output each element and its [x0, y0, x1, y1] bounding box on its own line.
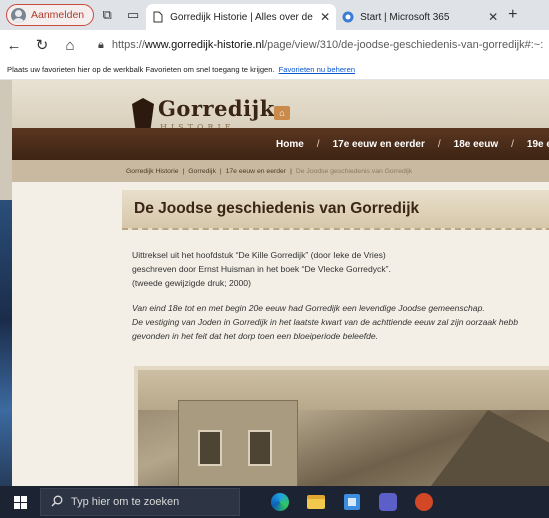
article-text: Uittreksel uit het hoofdstuk “De Kille G…: [132, 248, 549, 353]
breadcrumb-separator: |: [219, 167, 222, 175]
body-line: Van eind 18e tot en met begin 20e eeuw h…: [132, 302, 485, 313]
profile-label: Aanmelden: [31, 9, 85, 21]
nav-separator: /: [316, 138, 320, 150]
nav-item-17e-eeuw[interactable]: 17e eeuw en eerder: [333, 139, 425, 150]
body-paragraph: Van eind 18e tot en met begin 20e eeuw h…: [132, 301, 549, 344]
taskbar-powerpoint[interactable]: [406, 486, 442, 518]
taskbar-store[interactable]: [334, 486, 370, 518]
lock-icon[interactable]: 🔒︎: [98, 39, 104, 52]
favorites-bar-text: Plaats uw favorieten hier op de werkbalk…: [7, 65, 275, 74]
browser-tab-bar: Aanmelden ⧉ ▭ Gorredijk Historie | Alles…: [0, 0, 549, 30]
address-bar: ← ↻ ⌂ 🔒︎ https://www.gorredijk-historie.…: [0, 30, 549, 60]
intro-line: Uittreksel uit het hoofdstuk “De Kille G…: [132, 250, 386, 260]
back-icon[interactable]: ←: [0, 37, 28, 54]
intro-line: (tweede gewijzigde druk; 2000): [132, 278, 251, 289]
home-icon[interactable]: ⌂: [56, 37, 84, 54]
page-content: Gorredijk HISTORIE ⌂ Home / 17e eeuw en …: [12, 80, 549, 486]
file-explorer-icon: [307, 495, 325, 509]
edge-icon: [271, 493, 289, 511]
breadcrumb-separator: |: [290, 167, 292, 175]
intro-line: geschreven door Ernst Huisman in het boe…: [132, 264, 391, 275]
microsoft-365-icon: [342, 11, 354, 23]
home-icon[interactable]: ⌂: [274, 106, 290, 120]
refresh-icon[interactable]: ↻: [28, 36, 56, 54]
favorites-bar: Plaats uw favorieten hier op de werkbalk…: [0, 60, 549, 80]
windows-taskbar: Typ hier om te zoeken: [0, 486, 549, 518]
desktop-background-strip: [0, 200, 12, 486]
close-tab-icon[interactable]: ✕: [488, 10, 498, 24]
tab-title: Start | Microsoft 365: [360, 11, 450, 23]
body-line: De vestiging van Joden in Gorredijk in h…: [132, 316, 518, 327]
url-prefix: https://: [111, 39, 145, 51]
page-viewport: Gorredijk HISTORIE ⌂ Home / 17e eeuw en …: [0, 80, 549, 486]
start-button[interactable]: [0, 486, 40, 518]
url-field[interactable]: 🔒︎ https://www.gorredijk-historie.nl/pag…: [98, 39, 543, 52]
breadcrumb: Gorredijk Historie | Gorredijk | 17e eeu…: [12, 160, 549, 182]
url-path: /page/view/310/de-joodse-geschiedenis-va…: [264, 39, 544, 51]
breadcrumb-item[interactable]: 17e eeuw en eerder: [226, 168, 286, 175]
search-placeholder: Typ hier om te zoeken: [71, 496, 180, 508]
nav-item-18e-eeuw[interactable]: 18e eeuw: [454, 139, 498, 150]
manage-favorites-link[interactable]: Favorieten nu beheren: [279, 65, 355, 74]
logo-text: Gorredijk: [158, 96, 275, 121]
intro-paragraph: Uittreksel uit het hoofdstuk “De Kille G…: [132, 248, 549, 291]
nav-item-19e-eeuw[interactable]: 19e ee: [527, 139, 549, 150]
coat-of-arms-icon: [132, 98, 154, 128]
nav-separator: /: [511, 138, 514, 150]
breadcrumb-current: De Joodse geschiedenis van Gorredijk: [295, 167, 413, 175]
windows-logo-icon: [13, 495, 27, 509]
title-banner: De Joodse geschiedenis van Gorredijk: [122, 190, 549, 230]
tab-gorredijk-historie[interactable]: Gorredijk Historie | Alles over de l ✕: [146, 4, 337, 30]
tab-title: Gorredijk Historie | Alles over de l: [170, 11, 315, 23]
vertical-tabs-icon[interactable]: ▭: [120, 4, 146, 26]
profile-button[interactable]: Aanmelden: [6, 4, 95, 26]
tab-microsoft-365[interactable]: Start | Microsoft 365 ✕: [336, 4, 504, 30]
url-host: www.gorredijk-historie.nl: [144, 39, 265, 51]
breadcrumb-item[interactable]: Gorredijk: [188, 168, 216, 175]
site-header: [12, 80, 549, 128]
taskbar-search[interactable]: Typ hier om te zoeken: [40, 488, 240, 516]
page-icon: [152, 11, 164, 23]
breadcrumb-separator: |: [182, 167, 185, 175]
taskbar-teams[interactable]: [370, 486, 406, 518]
body-line: gevonden in het feit dat het dorp toen e…: [132, 331, 379, 342]
search-icon: [51, 495, 63, 510]
nav-item-home[interactable]: Home: [276, 139, 304, 150]
store-icon: [344, 494, 360, 510]
nav-separator: /: [437, 138, 441, 150]
page-title: De Joodse geschiedenis van Gorredijk: [134, 200, 420, 217]
breadcrumb-item[interactable]: Gorredijk Historie: [126, 168, 179, 175]
taskbar-edge[interactable]: [262, 486, 298, 518]
workspaces-icon[interactable]: ⧉: [94, 4, 120, 26]
powerpoint-icon: [415, 493, 433, 511]
historic-photo: [134, 366, 549, 486]
new-tab-button[interactable]: +: [508, 6, 517, 24]
taskbar-file-explorer[interactable]: [298, 486, 334, 518]
close-tab-icon[interactable]: ✕: [320, 10, 330, 24]
teams-icon: [379, 493, 397, 511]
avatar-icon: [11, 7, 26, 23]
main-nav: Home / 17e eeuw en eerder / 18e eeuw / 1…: [12, 128, 549, 160]
